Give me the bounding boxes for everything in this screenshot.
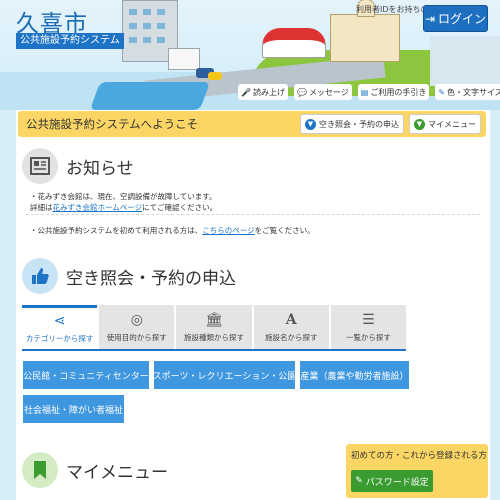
page-background-left bbox=[0, 110, 16, 500]
header-illustration-pool bbox=[89, 82, 211, 110]
site-logo-system[interactable]: 公共施設予約システム bbox=[16, 33, 124, 49]
notice-item: ・公共施設予約システムを初めて利用される方は、こちらのページをご覧ください。 bbox=[30, 225, 315, 236]
vacancy-shortcut-label: 空き照会・予約の申込 bbox=[319, 119, 399, 129]
tab-facility-type[interactable]: 🏛 施設種類から探す bbox=[176, 305, 252, 349]
notice-item: ・花みずき会館は、現在、空調設備が故障しています。 詳細は花みずき会館ホームペー… bbox=[30, 191, 217, 213]
notice-text: ・花みずき会館は、現在、空調設備が故障しています。 bbox=[30, 192, 217, 201]
password-setting-label: パスワード設定 bbox=[365, 477, 429, 488]
mymenu-shortcut-label: マイメニュー bbox=[428, 119, 476, 129]
notice-text: ・公共施設予約システムを初めて利用される方は、こちらのページをご覧ください。 bbox=[30, 225, 315, 236]
notice-text-part: をご覧ください。 bbox=[254, 226, 315, 235]
notice-text-part: にてご確認ください。 bbox=[142, 203, 218, 212]
header-illustration-house bbox=[168, 48, 200, 70]
password-setting-button[interactable]: ✎ パスワード設定 bbox=[351, 470, 433, 492]
tab-label: 施設名から探す bbox=[264, 332, 318, 342]
utility-bar: 🎤 読み上げ 💬 メッセージ ▤ ご利用の手引き ✎ 色・文字サイズ変更 bbox=[238, 83, 500, 101]
site-header: 久喜市 公共施設予約システム 利用者IDをお持ちの方 ⇥ ログイン 🎤 読み上げ… bbox=[0, 0, 500, 110]
brush-icon: ✎ bbox=[438, 87, 446, 97]
util-label: メッセージ bbox=[308, 87, 349, 97]
category-button-industry[interactable]: 産業（農業や勤労者施設） bbox=[300, 361, 409, 389]
notice-title: お知らせ bbox=[66, 158, 134, 179]
header-illustration-gym bbox=[262, 28, 326, 58]
book-icon: ▤ bbox=[360, 87, 369, 97]
mymenu-shortcut-button[interactable]: ▼ マイメニュー bbox=[409, 114, 481, 134]
header-illustration-buildings bbox=[430, 36, 500, 86]
vacancy-shortcut-button[interactable]: ▼ 空き照会・予約の申込 bbox=[300, 114, 404, 134]
login-icon: ⇥ bbox=[424, 11, 436, 26]
tab-list[interactable]: ☰ 一覧から探す bbox=[330, 305, 407, 349]
reservation-title: 空き照会・予約の申込 bbox=[66, 268, 236, 289]
newspaper-icon bbox=[22, 148, 58, 184]
read-aloud-link[interactable]: 🎤 読み上げ bbox=[238, 84, 288, 100]
notice-text-part: 詳細は bbox=[30, 203, 53, 212]
color-font-size-link[interactable]: ✎ 色・文字サイズ変更 bbox=[435, 84, 500, 100]
mymenu-title: マイメニュー bbox=[66, 462, 168, 483]
bookmark-icon bbox=[22, 452, 58, 488]
login-button[interactable]: ⇥ ログイン bbox=[423, 5, 488, 32]
font-icon: A bbox=[285, 311, 297, 328]
header-illustration-school bbox=[330, 0, 400, 62]
util-label: 読み上げ bbox=[252, 87, 285, 97]
tab-facility-name[interactable]: A 施設名から探す bbox=[253, 305, 329, 349]
tab-label: 使用目的から探す bbox=[106, 332, 167, 342]
first-time-box-text: 初めての方・これから登録される方 bbox=[351, 451, 488, 461]
page-background-right bbox=[490, 110, 500, 500]
speaker-icon: 🎤 bbox=[241, 87, 251, 97]
notice-heading: お知らせ bbox=[22, 148, 134, 184]
list-icon: ☰ bbox=[362, 311, 375, 328]
header-illustration-car bbox=[208, 72, 222, 80]
building-icon: 🏛 bbox=[205, 311, 223, 328]
guide-link[interactable]: ▤ ご利用の手引き bbox=[357, 84, 430, 100]
welcome-text: 公共施設予約システムへようこそ bbox=[26, 117, 199, 131]
login-label: ログイン bbox=[438, 12, 487, 26]
notice-text: 詳細は花みずき会館ホームページにてご確認ください。 bbox=[30, 202, 217, 213]
search-tabs: ⋖ カテゴリーから探す ◎ 使用目的から探す 🏛 施設種類から探す A 施設名か… bbox=[22, 305, 407, 351]
category-button-sports[interactable]: スポーツ・レクリエーション・公園 bbox=[153, 361, 296, 389]
pencil-icon: ✎ bbox=[355, 476, 363, 486]
first-time-guide-link[interactable]: こちらのページ bbox=[202, 226, 254, 235]
message-icon: 💬 bbox=[296, 87, 307, 97]
divider bbox=[26, 214, 480, 215]
notice-text-part: ・公共施設予約システムを初めて利用される方は、 bbox=[30, 226, 203, 235]
tab-purpose[interactable]: ◎ 使用目的から探す bbox=[99, 305, 175, 349]
category-button-community[interactable]: 公民館・コミュニティセンター bbox=[23, 361, 149, 389]
welcome-bar: 公共施設予約システムへようこそ ▼ 空き照会・予約の申込 ▼ マイメニュー bbox=[18, 111, 486, 137]
arrow-down-icon: ▼ bbox=[414, 118, 425, 130]
tab-label: 施設種類から探す bbox=[184, 332, 244, 342]
first-time-box: 初めての方・これから登録される方 ✎ パスワード設定 bbox=[346, 444, 488, 498]
main-content: お知らせ ・花みずき会館は、現在、空調設備が故障しています。 詳細は花みずき会館… bbox=[16, 141, 490, 500]
hanamizuki-homepage-link[interactable]: 花みずき会館ホームページ bbox=[53, 203, 143, 212]
reservation-heading: 空き照会・予約の申込 bbox=[22, 258, 236, 294]
tab-label: 一覧から探す bbox=[345, 332, 391, 342]
share-icon: ⋖ bbox=[53, 313, 66, 329]
util-label: 色・文字サイズ変更 bbox=[447, 87, 500, 97]
mymenu-heading: マイメニュー bbox=[22, 452, 168, 488]
util-label: ご利用の手引き bbox=[370, 87, 427, 97]
category-button-welfare[interactable]: 社会福祉・障がい者福祉 bbox=[23, 395, 124, 423]
message-link[interactable]: 💬 メッセージ bbox=[293, 84, 352, 100]
compass-icon: ◎ bbox=[130, 311, 143, 328]
tab-label: カテゴリーから探す bbox=[25, 334, 94, 343]
arrow-down-icon: ▼ bbox=[305, 118, 316, 130]
tab-category[interactable]: ⋖ カテゴリーから探す bbox=[22, 305, 98, 349]
thumbs-up-icon bbox=[22, 258, 58, 294]
